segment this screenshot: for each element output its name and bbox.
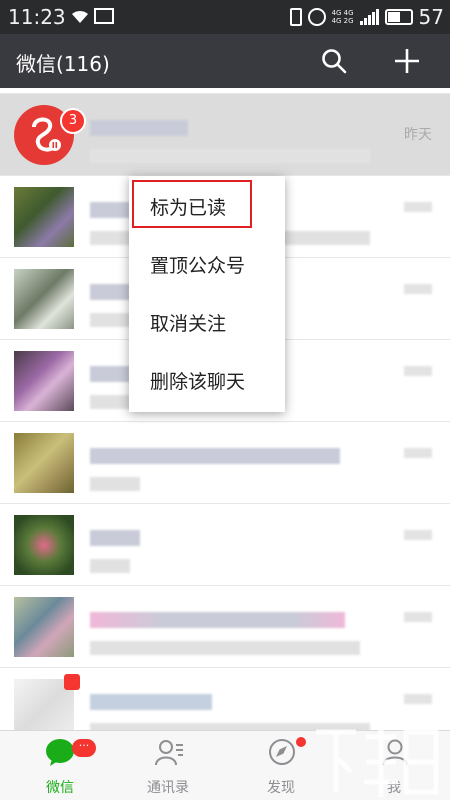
network-type: 4G 4G 4G 2G (332, 9, 354, 25)
tab-chats[interactable]: ··· 微信 (10, 731, 110, 801)
chat-preview-blurred (90, 723, 370, 730)
tab-label: 微信 (46, 780, 74, 796)
person-icon (382, 739, 408, 766)
signal-icon (359, 9, 379, 25)
avatar (14, 433, 74, 493)
avatar (14, 187, 74, 247)
tab-label: 通讯录 (147, 780, 189, 796)
network-type-top: 4G 4G (331, 9, 354, 17)
chat-name-blurred (90, 284, 130, 300)
chat-time-blurred (404, 694, 432, 704)
search-icon[interactable] (320, 47, 348, 75)
menu-item-unfollow[interactable]: 取消关注 (129, 295, 285, 353)
network-type-bottom: 4G 2G (331, 17, 354, 25)
chat-name-blurred (90, 202, 130, 218)
chat-time-blurred (404, 366, 432, 376)
chat-name-blurred (90, 694, 212, 710)
chat-row[interactable] (0, 668, 450, 730)
chat-name-blurred (90, 612, 345, 628)
tab-me[interactable]: 我 (344, 731, 444, 801)
chat-name-blurred (90, 530, 140, 546)
compass-icon (269, 739, 295, 765)
chat-row[interactable] (0, 504, 450, 586)
tab-badge: ··· (72, 739, 96, 757)
status-right-group: 4G 4G 4G 2G 57 (289, 5, 444, 29)
page-title: 微信(116) (16, 52, 110, 76)
chat-time-blurred (404, 448, 432, 458)
chat-bubble-icon (46, 739, 74, 766)
tab-dot (296, 737, 306, 747)
chat-preview-blurred (90, 313, 130, 327)
chat-preview-blurred (90, 559, 130, 573)
tab-bar: ··· 微信 通讯录 发现 我 (0, 730, 450, 800)
highlight-box (132, 180, 252, 228)
unread-dot (64, 674, 80, 690)
avatar (14, 351, 74, 411)
chat-preview-blurred (90, 477, 140, 491)
image-notification-icon (94, 8, 114, 24)
unread-badge: 3 (60, 108, 86, 134)
chat-name-blurred (90, 448, 340, 464)
chat-preview-blurred (90, 641, 360, 655)
chat-time-blurred (404, 284, 432, 294)
alarm-icon (307, 8, 326, 26)
title-bar: 微信(116) (0, 34, 450, 88)
chat-time-blurred (404, 202, 432, 212)
chat-time: 昨天 (404, 127, 432, 143)
chat-preview-blurred (90, 395, 130, 409)
chat-row[interactable] (0, 422, 450, 504)
tab-discover[interactable]: 发现 (231, 731, 331, 801)
chat-name-blurred (90, 366, 130, 382)
menu-item-pin[interactable]: 置顶公众号 (129, 237, 285, 295)
tab-label: 发现 (267, 780, 295, 796)
avatar (14, 515, 74, 575)
tab-label: 我 (387, 780, 401, 796)
chat-time-blurred (404, 612, 432, 622)
avatar (14, 269, 74, 329)
battery-level: 57 (418, 5, 444, 29)
status-bar: 11:23 4G 4G 4G 2G 57 (0, 0, 450, 34)
chat-row-highlighted[interactable]: 昨天 (0, 94, 450, 176)
plus-icon[interactable] (393, 47, 421, 75)
avatar (14, 597, 74, 657)
wifi-icon (72, 10, 88, 23)
contacts-icon (155, 740, 183, 766)
menu-item-delete-chat[interactable]: 删除该聊天 (129, 353, 285, 411)
vibrate-icon (289, 8, 302, 26)
chat-row[interactable] (0, 586, 450, 668)
chat-name-blurred (90, 120, 188, 136)
chat-time-blurred (404, 530, 432, 540)
status-time: 11:23 (8, 5, 66, 29)
battery-icon (384, 9, 413, 25)
tab-contacts[interactable]: 通讯录 (118, 731, 218, 801)
chat-preview-blurred (90, 149, 370, 163)
